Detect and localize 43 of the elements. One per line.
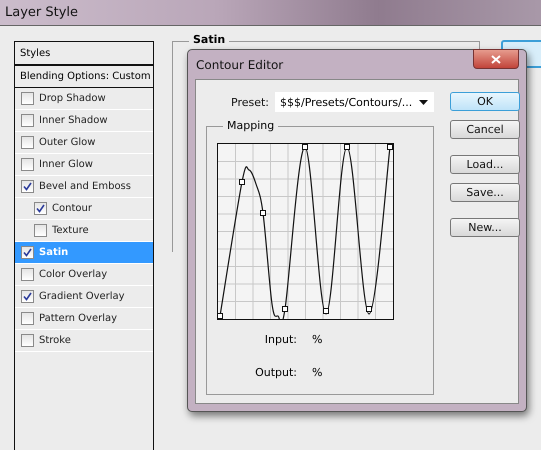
style-item[interactable]: Stroke bbox=[15, 330, 153, 352]
window-title: Layer Style bbox=[5, 5, 78, 20]
input-label: Input: bbox=[264, 333, 297, 346]
checkbox[interactable] bbox=[21, 92, 34, 105]
style-item[interactable]: Contour bbox=[15, 198, 153, 220]
checkbox[interactable] bbox=[21, 334, 34, 347]
checkbox[interactable] bbox=[21, 246, 34, 259]
style-item[interactable]: Inner Glow bbox=[15, 154, 153, 176]
dialog-button[interactable]: Save... bbox=[450, 183, 520, 202]
style-item[interactable]: Gradient Overlay bbox=[15, 286, 153, 308]
style-item[interactable]: Outer Glow bbox=[15, 132, 153, 154]
group-title: Mapping bbox=[223, 119, 278, 132]
output-value: % bbox=[312, 366, 324, 379]
dialog-button[interactable]: Cancel bbox=[450, 120, 520, 139]
dialog-button[interactable]: Load... bbox=[450, 155, 520, 174]
dialog-button[interactable]: OK bbox=[450, 92, 520, 111]
style-item[interactable]: Color Overlay bbox=[15, 264, 153, 286]
contour-curve-graph[interactable] bbox=[217, 143, 394, 320]
output-label: Output: bbox=[255, 366, 297, 379]
preset-dropdown[interactable]: $$$/Presets/Contours/... bbox=[275, 92, 434, 112]
checkbox[interactable] bbox=[21, 268, 34, 281]
input-value: % bbox=[312, 333, 324, 346]
style-item[interactable]: Bevel and Emboss bbox=[15, 176, 153, 198]
checkbox[interactable] bbox=[21, 290, 34, 303]
checkbox[interactable] bbox=[21, 136, 34, 149]
style-item[interactable]: Pattern Overlay bbox=[15, 308, 153, 330]
checkbox[interactable] bbox=[21, 158, 34, 171]
styles-header[interactable]: Styles bbox=[15, 42, 153, 66]
checkbox[interactable] bbox=[34, 202, 47, 215]
close-icon bbox=[491, 54, 501, 64]
checkbox[interactable] bbox=[21, 312, 34, 325]
dialog-title: Contour Editor bbox=[195, 58, 284, 72]
blending-options-item[interactable]: Blending Options: Custom bbox=[15, 66, 153, 88]
checkbox[interactable] bbox=[21, 114, 34, 127]
checkbox[interactable] bbox=[21, 180, 34, 193]
dropdown-arrow-icon bbox=[419, 100, 428, 104]
style-item[interactable]: Inner Shadow bbox=[15, 110, 153, 132]
preset-label: Preset: bbox=[231, 96, 270, 108]
dialog-button[interactable]: New... bbox=[450, 218, 520, 237]
group-title: Satin bbox=[189, 33, 230, 46]
style-item[interactable]: Drop Shadow bbox=[15, 88, 153, 110]
close-button[interactable] bbox=[473, 49, 519, 69]
checkbox[interactable] bbox=[34, 224, 47, 237]
